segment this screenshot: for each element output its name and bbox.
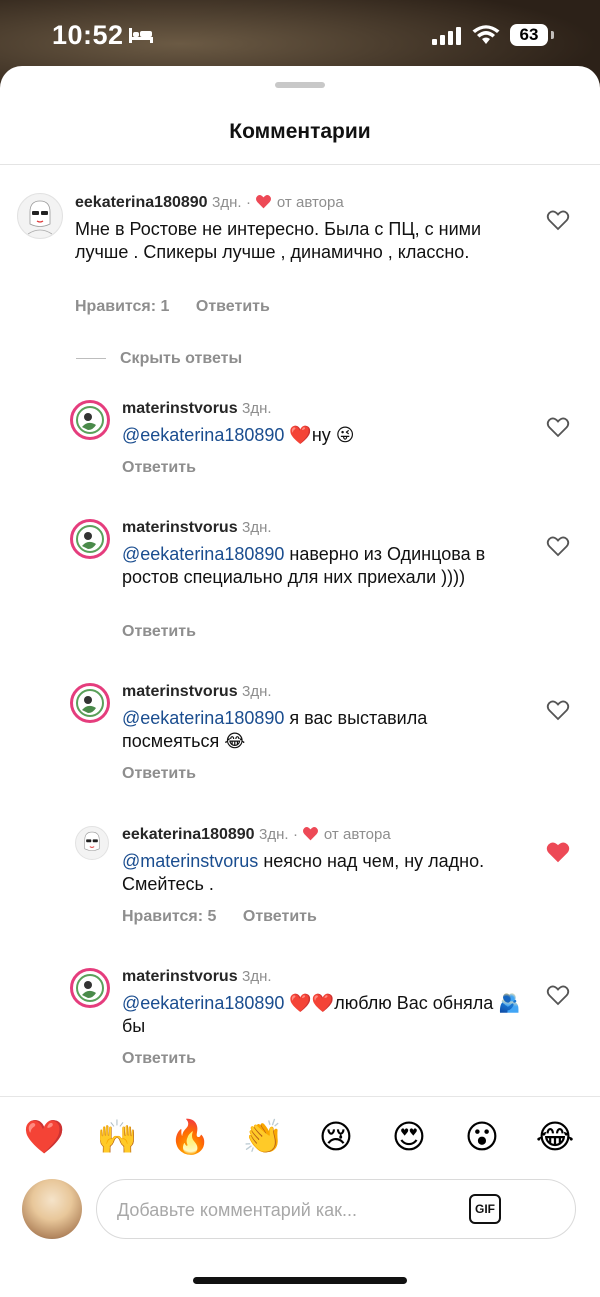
reply-text: @materinstvorus неясно над чем, ну ладно… <box>122 850 522 896</box>
reaction-clap[interactable]: 👏 <box>241 1117 285 1157</box>
cellular-signal-icon <box>432 27 461 45</box>
meta-separator: · <box>293 826 299 843</box>
author-heart-icon <box>303 826 319 841</box>
avatar-sketch-icon <box>27 200 53 235</box>
reaction-laugh[interactable]: 😂 <box>533 1117 577 1157</box>
like-heart-icon[interactable] <box>546 535 570 557</box>
reply-username[interactable]: materinstvorus <box>122 968 238 985</box>
likes-count[interactable]: Нравится: 5 <box>122 908 216 925</box>
like-heart-icon[interactable] <box>546 416 570 438</box>
reply-actions: Ответить <box>122 1050 218 1068</box>
status-bar: 10:52 63 <box>0 0 600 70</box>
meta-separator: · <box>246 194 252 211</box>
mention-link[interactable]: @eekaterina180890 <box>122 993 284 1013</box>
comment-actions: Нравится: 1 Ответить <box>75 298 292 316</box>
reaction-cry[interactable]: 😢 <box>314 1117 358 1157</box>
current-user-avatar <box>22 1179 82 1239</box>
composer-area: ❤️ 🙌 🔥 👏 😢 😍 😮 😂 GIF <box>0 1096 600 1297</box>
sheet-grabber[interactable] <box>275 82 325 88</box>
reply-header: materinstvorus 3дн. <box>122 519 272 537</box>
reply-age: 3дн. <box>242 683 272 700</box>
reply-actions: Нравится: 5 Ответить <box>122 908 339 926</box>
reply-actions: Ответить <box>122 459 218 477</box>
reply-message: ❤️ну 😜 <box>289 425 355 445</box>
avatar[interactable] <box>75 826 109 860</box>
comment-text: Мне в Ростове не интересно. Была с ПЦ, с… <box>75 219 482 262</box>
header-divider <box>0 164 600 165</box>
reply-actions: Ответить <box>122 623 218 641</box>
avatar[interactable] <box>70 683 110 723</box>
reply-username[interactable]: eekaterina180890 <box>122 826 255 843</box>
reply-button[interactable]: Ответить <box>122 623 196 640</box>
comment-input-box[interactable]: GIF <box>96 1179 576 1239</box>
mention-link[interactable]: @eekaterina180890 <box>122 544 284 564</box>
reply-button[interactable]: Ответить <box>243 908 317 925</box>
reply-header: materinstvorus 3дн. <box>122 968 272 986</box>
comments-sheet: Комментарии eekaterina180890 3дн. · от а… <box>0 66 600 1297</box>
reaction-wow[interactable]: 😮 <box>460 1117 504 1157</box>
page-title: Комментарии <box>229 120 371 143</box>
likes-count[interactable]: Нравится: 1 <box>75 298 169 315</box>
reaction-fire[interactable]: 🔥 <box>168 1117 212 1157</box>
reply-button[interactable]: Ответить <box>196 298 270 315</box>
author-liked-label: от автора <box>323 826 391 843</box>
brand-logo-icon <box>76 406 104 434</box>
comment-header: eekaterina180890 3дн. · от автора <box>75 194 344 212</box>
hide-replies-label: Скрыть ответы <box>120 350 243 367</box>
sleep-focus-icon <box>129 28 153 43</box>
reaction-heart-eyes[interactable]: 😍 <box>387 1117 431 1157</box>
reply-button[interactable]: Ответить <box>122 459 196 476</box>
comment-age: 3дн. <box>212 194 242 211</box>
avatar[interactable] <box>17 193 63 239</box>
mention-link[interactable]: @eekaterina180890 <box>122 708 284 728</box>
reply-header: eekaterina180890 3дн. · от автора <box>122 826 391 844</box>
reply-header: materinstvorus 3дн. <box>122 683 272 701</box>
like-heart-icon[interactable] <box>546 984 570 1006</box>
author-liked-label: от автора <box>276 194 344 211</box>
wifi-icon <box>472 25 500 44</box>
comment-username[interactable]: eekaterina180890 <box>75 194 208 211</box>
battery-level: 63 <box>510 24 548 46</box>
reaction-raised-hands[interactable]: 🙌 <box>95 1117 139 1157</box>
reply-age: 3дн. <box>242 519 272 536</box>
brand-logo-icon <box>76 525 104 553</box>
brand-logo-icon <box>76 974 104 1002</box>
hide-replies-line <box>76 358 106 359</box>
avatar[interactable] <box>70 400 110 440</box>
reply-username[interactable]: materinstvorus <box>122 519 238 536</box>
battery-nub <box>551 31 554 39</box>
gif-button[interactable]: GIF <box>469 1194 501 1224</box>
reply-button[interactable]: Ответить <box>122 1050 196 1067</box>
reply-age: 3дн. <box>259 826 289 843</box>
like-heart-icon[interactable] <box>546 209 570 231</box>
reply-actions: Ответить <box>122 765 218 783</box>
reply-text: @eekaterina180890 ❤️❤️люблю Вас обняла 🫂… <box>122 992 522 1038</box>
reply-text: @eekaterina180890 я вас выставила посмея… <box>122 707 522 753</box>
reply-age: 3дн. <box>242 400 272 417</box>
avatar[interactable] <box>70 968 110 1008</box>
liked-heart-icon[interactable] <box>546 841 570 863</box>
avatar-sketch-icon <box>84 831 100 851</box>
reply-header: materinstvorus 3дн. <box>122 400 272 418</box>
reaction-heart[interactable]: ❤️ <box>22 1117 66 1157</box>
reply-username[interactable]: materinstvorus <box>122 400 238 417</box>
comment-input[interactable] <box>115 1194 459 1226</box>
brand-logo-icon <box>76 689 104 717</box>
avatar[interactable] <box>70 519 110 559</box>
reply-username[interactable]: materinstvorus <box>122 683 238 700</box>
mention-link[interactable]: @materinstvorus <box>122 851 258 871</box>
reply-button[interactable]: Ответить <box>122 765 196 782</box>
mention-link[interactable]: @eekaterina180890 <box>122 425 284 445</box>
home-indicator <box>193 1277 407 1284</box>
reply-text: @eekaterina180890 наверно из Одинцова в … <box>122 543 522 589</box>
reply-age: 3дн. <box>242 968 272 985</box>
author-heart-icon <box>256 194 272 209</box>
status-time: 10:52 <box>52 20 124 50</box>
reply-text: @eekaterina180890 ❤️ну 😜 <box>122 424 522 447</box>
like-heart-icon[interactable] <box>546 699 570 721</box>
